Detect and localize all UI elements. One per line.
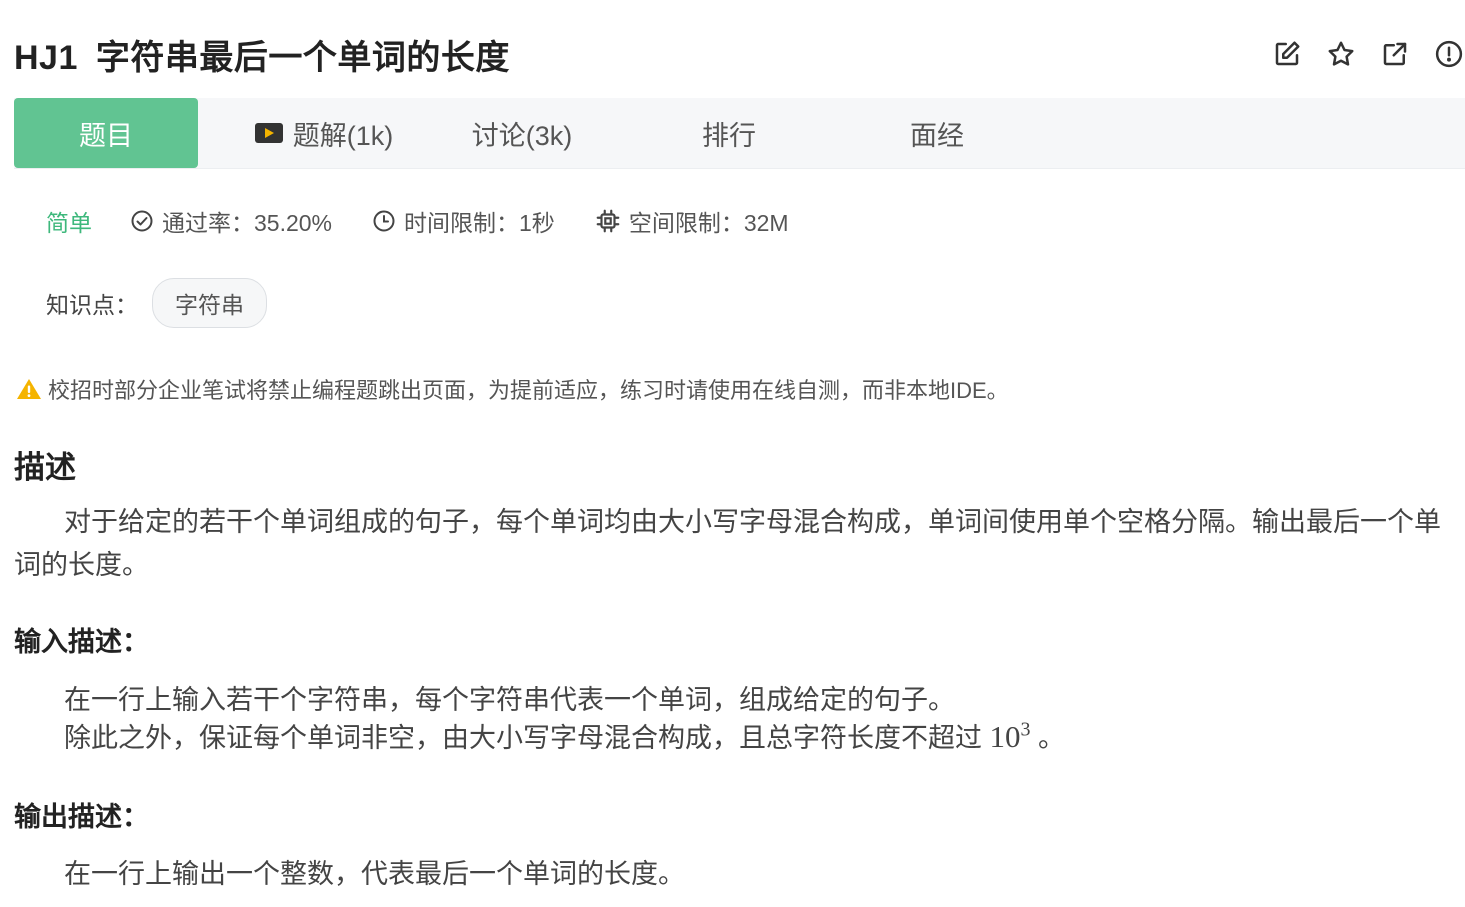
tab-discussion-label: 讨论(3k) — [471, 120, 573, 151]
problem-name: 字符串最后一个单词的长度 — [95, 39, 510, 77]
knowledge-points: 知识点： 字符串 — [46, 278, 267, 328]
input-line-2-end: 。 — [1038, 723, 1066, 753]
edit-icon[interactable] — [1271, 38, 1303, 70]
share-icon[interactable] — [1379, 38, 1411, 70]
math-exponent: 3 — [1020, 718, 1031, 741]
output-line-1: 在一行上输出一个整数，代表最后一个单词的长度。 — [64, 859, 685, 889]
space-limit-text: 空间限制：32M — [628, 210, 789, 236]
input-line-2-text: 除此之外，保证每个单词非空，由大小写字母混合构成，且总字符长度不超过 — [64, 723, 982, 753]
time-limit: 时间限制：1秒 — [372, 204, 555, 238]
description-body: 对于给定的若干个单词组成的句子，每个单词均由大小写字母混合构成，单词间使用单个空… — [14, 507, 1441, 580]
video-icon — [254, 122, 283, 144]
math-base: 10 — [989, 719, 1021, 754]
tab-problem-label: 题目 — [79, 120, 133, 151]
math-expression: 103 — [990, 719, 1031, 754]
output-heading: 输出描述： — [14, 802, 149, 832]
input-line-2: 除此之外，保证每个单词非空，由大小写字母混合构成，且总字符长度不超过 103 。 — [64, 716, 1065, 755]
input-heading: 输入描述： — [14, 627, 149, 657]
time-limit-text: 时间限制：1秒 — [404, 210, 555, 236]
tab-interview-label: 面经 — [910, 120, 964, 151]
report-icon[interactable] — [1433, 38, 1465, 70]
clock-icon — [373, 210, 395, 232]
difficulty-badge: 简单 — [46, 210, 92, 236]
warning-text: 校招时部分企业笔试将禁止编程题跳出页面，为提前适应，练习时请使用在线自测，而非本… — [48, 378, 1009, 403]
tab-solutions[interactable]: 题解(1k) — [234, 98, 414, 168]
chip-icon — [596, 209, 620, 233]
input-line-1: 在一行上输入若干个字符串，每个字符串代表一个单词，组成给定的句子。 — [64, 685, 955, 715]
tab-interview[interactable]: 面经 — [882, 98, 992, 168]
tab-ranking[interactable]: 排行 — [674, 98, 784, 168]
tab-discussion[interactable]: 讨论(3k) — [444, 98, 600, 168]
knowledge-tag-string[interactable]: 字符串 — [152, 278, 267, 328]
description-heading: 描述 — [14, 450, 76, 485]
problem-code: HJ1 — [14, 39, 78, 77]
problem-title: HJ1 字符串最后一个单词的长度 — [14, 30, 510, 79]
problem-meta: 简单 通过率：35.20% 时间限制：1秒 空间限制：32M — [46, 204, 829, 238]
tab-solutions-label: 题解(1k) — [292, 120, 394, 151]
tab-bar: 题目 题解(1k) 讨论(3k) 排行 面经 — [14, 98, 1465, 169]
header-actions — [1271, 38, 1465, 70]
star-icon[interactable] — [1325, 38, 1357, 70]
warning-icon — [17, 379, 41, 399]
pass-rate: 通过率：35.20% — [130, 204, 332, 238]
knowledge-label: 知识点： — [46, 292, 138, 318]
space-limit: 空间限制：32M — [595, 204, 789, 238]
check-circle-icon — [131, 210, 153, 232]
description-text: 对于给定的若干个单词组成的句子，每个单词均由大小写字母混合构成，单词间使用单个空… — [14, 501, 1444, 587]
tab-ranking-label: 排行 — [702, 120, 756, 151]
tab-problem[interactable]: 题目 — [14, 98, 198, 168]
exam-warning: 校招时部分企业笔试将禁止编程题跳出页面，为提前适应，练习时请使用在线自测，而非本… — [16, 373, 1009, 405]
pass-rate-text: 通过率：35.20% — [162, 210, 333, 236]
